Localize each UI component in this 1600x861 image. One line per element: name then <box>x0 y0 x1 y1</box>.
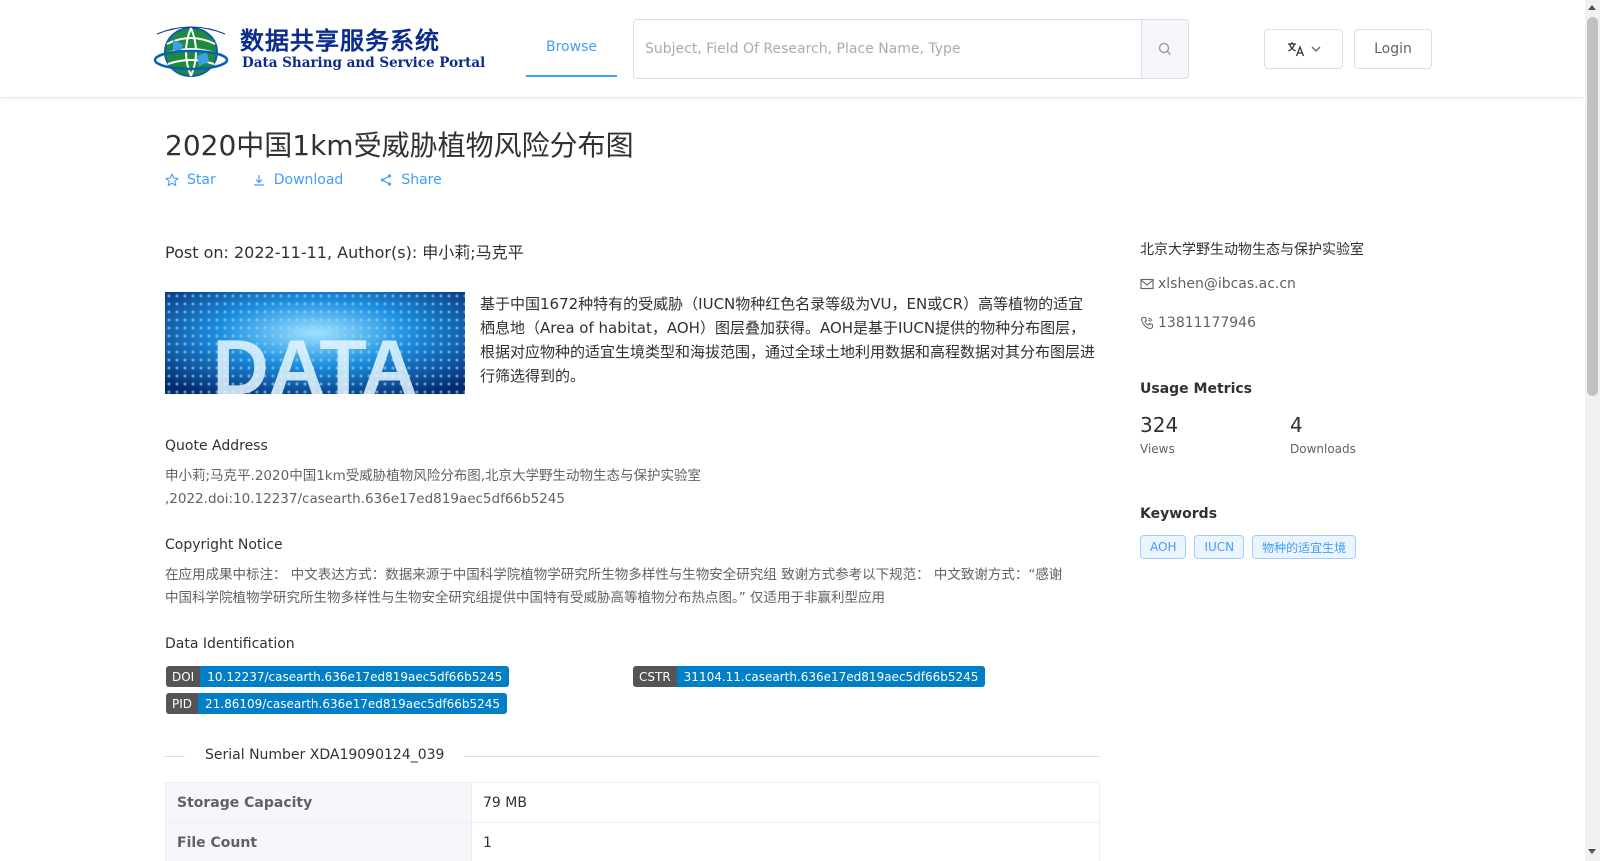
doi-badge[interactable]: DOI 10.12237/casearth.636e17ed819aec5df6… <box>166 666 510 687</box>
downloads-count: 4 <box>1290 413 1303 437</box>
organization-name: 北京大学野生动物生态与保护实验室 <box>1140 242 1364 258</box>
table-cell-value: 1 <box>471 822 1100 861</box>
email-text: xlshen@ibcas.ac.cn <box>1158 276 1296 292</box>
thumbnail-text: DATA <box>212 323 417 394</box>
table-cell-value: 79 MB <box>471 782 1100 823</box>
cstr-badge[interactable]: CSTR 31104.11.casearth.636e17ed819aec5df… <box>633 666 986 687</box>
download-label: Download <box>273 172 344 188</box>
table-row: File Count 1 <box>165 822 1100 861</box>
quote-title: Quote Address <box>165 438 268 454</box>
download-button[interactable]: Download <box>252 172 344 188</box>
contact-phone[interactable]: 13811177946 <box>1140 315 1256 331</box>
phone-icon <box>1140 317 1153 330</box>
pid-badge-value: 21.86109/casearth.636e17ed819aec5df66b52… <box>198 693 508 714</box>
dataset-thumbnail: DATA <box>165 292 465 394</box>
top-header: 数据共享服务系统 Data Sharing and Service Portal… <box>0 0 1585 98</box>
logo-title-en: Data Sharing and Service Portal <box>242 55 486 71</box>
language-dropdown[interactable] <box>1264 29 1343 69</box>
keyword-tag[interactable]: 物种的适宜生境 <box>1252 535 1357 559</box>
share-button[interactable]: Share <box>379 172 442 188</box>
nav-browse-tab[interactable]: Browse <box>526 19 617 77</box>
dataset-actions: Star Download Share <box>165 172 478 188</box>
doi-badge-value: 10.12237/casearth.636e17ed819aec5df66b52… <box>200 666 510 687</box>
doi-badge-key: DOI <box>166 666 201 687</box>
usage-metrics-title: Usage Metrics <box>1140 381 1252 397</box>
copyright-line-1: 在应用成果中标注： 中文表达方式：数据来源于中国科学院植物学研究所生物多样性与生… <box>165 567 1063 583</box>
scroll-down-arrow-icon[interactable] <box>1588 849 1596 854</box>
table-row: Storage Capacity 79 MB <box>165 782 1100 823</box>
search-icon <box>1158 42 1171 55</box>
keyword-list: AOH IUCN 物种的适宜生境 <box>1140 535 1357 559</box>
cstr-badge-value: 31104.11.casearth.636e17ed819aec5df66b52… <box>676 666 986 687</box>
copyright-title: Copyright Notice <box>165 537 283 553</box>
serial-number: Serial Number XDA19090124_039 <box>185 747 465 763</box>
search-button[interactable] <box>1141 20 1188 78</box>
login-button[interactable]: Login <box>1354 29 1432 69</box>
post-meta: Post on: 2022-11-11, Author(s): 申小莉;马克平 <box>165 243 524 262</box>
star-button[interactable]: Star <box>165 172 216 188</box>
quote-text: 申小莉;马克平.2020中国1km受威胁植物风险分布图,北京大学野生动物生态与保… <box>165 465 1095 511</box>
scroll-up-arrow-icon[interactable] <box>1588 5 1596 10</box>
pid-badge-key: PID <box>166 693 199 714</box>
copyright-line-2: 中国科学院植物学研究所生物多样性与生物安全研究组提供中国特有受威胁高等植物分布热… <box>165 590 886 606</box>
views-count: 324 <box>1140 413 1179 437</box>
pid-badge[interactable]: PID 21.86109/casearth.636e17ed819aec5df6… <box>166 693 508 714</box>
page-title: 2020中国1km受威胁植物风险分布图 <box>165 129 634 162</box>
portal-logo[interactable]: 数据共享服务系统 Data Sharing and Service Portal <box>153 18 485 80</box>
views-label: Views <box>1140 442 1175 456</box>
scroll-thumb[interactable] <box>1587 17 1598 396</box>
keyword-tag[interactable]: AOH <box>1140 535 1187 559</box>
identification-title: Data Identification <box>165 636 295 652</box>
quote-line-2: ,2022.doi:10.12237/casearth.636e17ed819a… <box>165 491 565 507</box>
mail-icon <box>1140 278 1154 290</box>
quote-line-1: 申小莉;马克平.2020中国1km受威胁植物风险分布图,北京大学野生动物生态与保… <box>165 468 702 484</box>
star-label: Star <box>187 172 216 188</box>
keyword-tag[interactable]: IUCN <box>1194 535 1245 559</box>
cstr-badge-key: CSTR <box>633 666 677 687</box>
table-cell-label: Storage Capacity <box>165 782 472 823</box>
globe-logo-icon <box>153 26 229 77</box>
table-cell-label: File Count <box>165 822 472 861</box>
phone-text: 13811177946 <box>1158 315 1256 331</box>
search-input[interactable] <box>634 20 1141 78</box>
contact-email[interactable]: xlshen@ibcas.ac.cn <box>1140 276 1296 292</box>
chevron-down-icon <box>1311 46 1320 52</box>
share-icon <box>381 174 392 186</box>
page-scrollbar[interactable] <box>1585 0 1600 861</box>
dataset-description: 基于中国1672种特有的受威胁（IUCN物种红色名录等级为VU，EN或CR）高等… <box>480 295 1096 385</box>
search-bar <box>633 19 1189 79</box>
downloads-label: Downloads <box>1290 442 1356 456</box>
download-icon <box>253 175 264 186</box>
share-label: Share <box>401 172 442 188</box>
dataset-info-table: Storage Capacity 79 MB File Count 1 <box>165 782 1100 861</box>
star-icon <box>165 173 179 187</box>
translate-icon <box>1287 42 1304 57</box>
copyright-text: 在应用成果中标注： 中文表达方式：数据来源于中国科学院植物学研究所生物多样性与生… <box>165 564 1095 610</box>
logo-title-cn: 数据共享服务系统 <box>240 26 440 55</box>
keywords-title: Keywords <box>1140 506 1218 522</box>
